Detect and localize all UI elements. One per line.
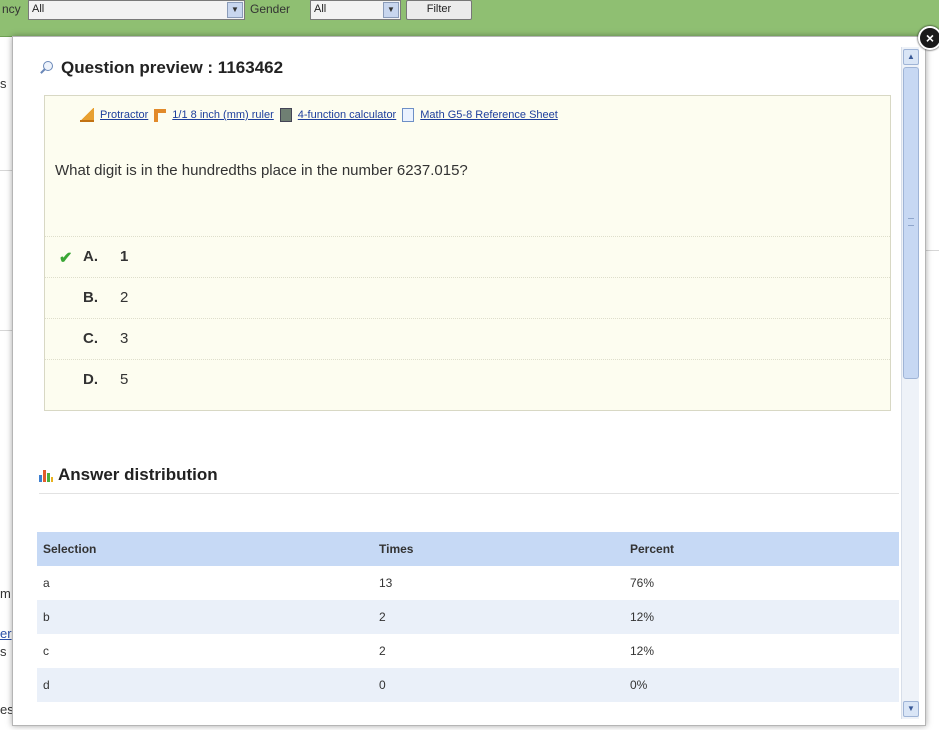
table-row: b 2 12% — [37, 600, 899, 634]
cell-selection: d — [37, 668, 373, 702]
bar-chart-icon — [39, 468, 53, 482]
question-preview-modal: Question preview : 1163462 Protractor 1/… — [12, 36, 926, 726]
choice-c: C. 3 — [45, 318, 890, 359]
filter-select-2[interactable]: All ▼ — [310, 0, 401, 20]
choice-b: B. 2 — [45, 277, 890, 318]
edge-fragment: m — [0, 586, 11, 601]
grip-icon — [908, 218, 914, 226]
divider — [0, 330, 12, 331]
check-icon: ✔ — [59, 250, 73, 267]
document-icon — [402, 108, 415, 122]
choice-a: ✔ A. 1 — [45, 236, 890, 277]
table-row: a 13 76% — [37, 566, 899, 600]
filter-select-2-value: All — [314, 3, 327, 15]
cell-percent: 76% — [630, 576, 655, 590]
column-header-selection: Selection — [37, 532, 373, 566]
calculator-link[interactable]: 4-function calculator — [298, 109, 396, 121]
table-header-row: Selection Times Percent — [37, 532, 899, 566]
choice-d: D. 5 — [45, 359, 890, 400]
filter-label-2: Gender — [250, 2, 291, 16]
column-header-percent: Percent — [624, 532, 899, 566]
divider — [0, 170, 12, 171]
distribution-title: Answer distribution — [39, 465, 218, 485]
filter-select-1-value: All — [32, 3, 45, 15]
modal-content: Question preview : 1163462 Protractor 1/… — [13, 37, 901, 725]
ruler-link[interactable]: 1/1 8 inch (mm) ruler — [172, 109, 273, 121]
filter-button[interactable]: Filter — [406, 0, 472, 20]
chevron-down-icon: ▼ — [383, 2, 399, 18]
choice-letter: A. — [83, 248, 98, 265]
filter-select-1[interactable]: All ▼ — [28, 0, 245, 20]
ruler-icon — [154, 108, 167, 122]
question-text: What digit is in the hundredths place in… — [55, 162, 468, 179]
column-header-times: Times — [373, 532, 624, 566]
modal-title: Question preview : 1163462 — [39, 58, 283, 78]
divider — [924, 250, 939, 251]
calculator-icon — [279, 108, 292, 122]
magnifier-icon — [39, 60, 55, 76]
scroll-down-icon[interactable]: ▼ — [903, 701, 919, 717]
question-box: Protractor 1/1 8 inch (mm) ruler 4-funct… — [44, 95, 891, 411]
cell-times: 2 — [373, 600, 624, 634]
cell-selection: c — [43, 644, 49, 658]
vertical-scrollbar[interactable]: ▲ ▼ — [901, 47, 919, 719]
choice-value: 1 — [120, 248, 129, 265]
scroll-thumb[interactable] — [903, 67, 919, 379]
protractor-link[interactable]: Protractor — [100, 109, 148, 121]
cell-percent: 12% — [624, 600, 899, 634]
cell-selection: a — [43, 576, 50, 590]
choice-letter: D. — [83, 371, 98, 388]
table-row: d 0 0% — [37, 668, 899, 702]
filter-label-1: ncy — [2, 2, 21, 16]
divider — [39, 493, 899, 494]
scroll-up-icon[interactable]: ▲ — [903, 49, 919, 65]
edge-fragment: s — [0, 644, 7, 659]
choice-letter: C. — [83, 330, 98, 347]
protractor-icon — [80, 108, 94, 122]
modal-title-text: Question preview : 1163462 — [61, 58, 284, 77]
cell-times: 13 — [379, 576, 393, 590]
cell-times: 2 — [379, 644, 386, 658]
choice-value: 2 — [120, 289, 129, 306]
cell-times: 0 — [373, 668, 624, 702]
table-row: c 2 12% — [37, 634, 899, 668]
tool-links: Protractor 1/1 8 inch (mm) ruler 4-funct… — [80, 108, 558, 122]
reference-sheet-link[interactable]: Math G5-8 Reference Sheet — [420, 109, 558, 121]
filter-bar: ncy All ▼ Gender All ▼ Filter — [0, 0, 939, 37]
cell-percent: 12% — [630, 644, 655, 658]
distribution-title-text: Answer distribution — [58, 465, 218, 484]
cell-selection: b — [37, 600, 373, 634]
choice-letter: B. — [83, 289, 98, 306]
choice-value: 5 — [120, 371, 129, 388]
chevron-down-icon: ▼ — [227, 2, 243, 18]
close-icon[interactable]: × — [918, 26, 939, 50]
answer-distribution-table: Selection Times Percent a 13 76% b 2 12%… — [37, 532, 899, 702]
cell-percent: 0% — [624, 668, 899, 702]
edge-link-fragment[interactable]: er — [0, 626, 12, 641]
choice-value: 3 — [120, 330, 129, 347]
edge-fragment: s — [0, 76, 7, 91]
